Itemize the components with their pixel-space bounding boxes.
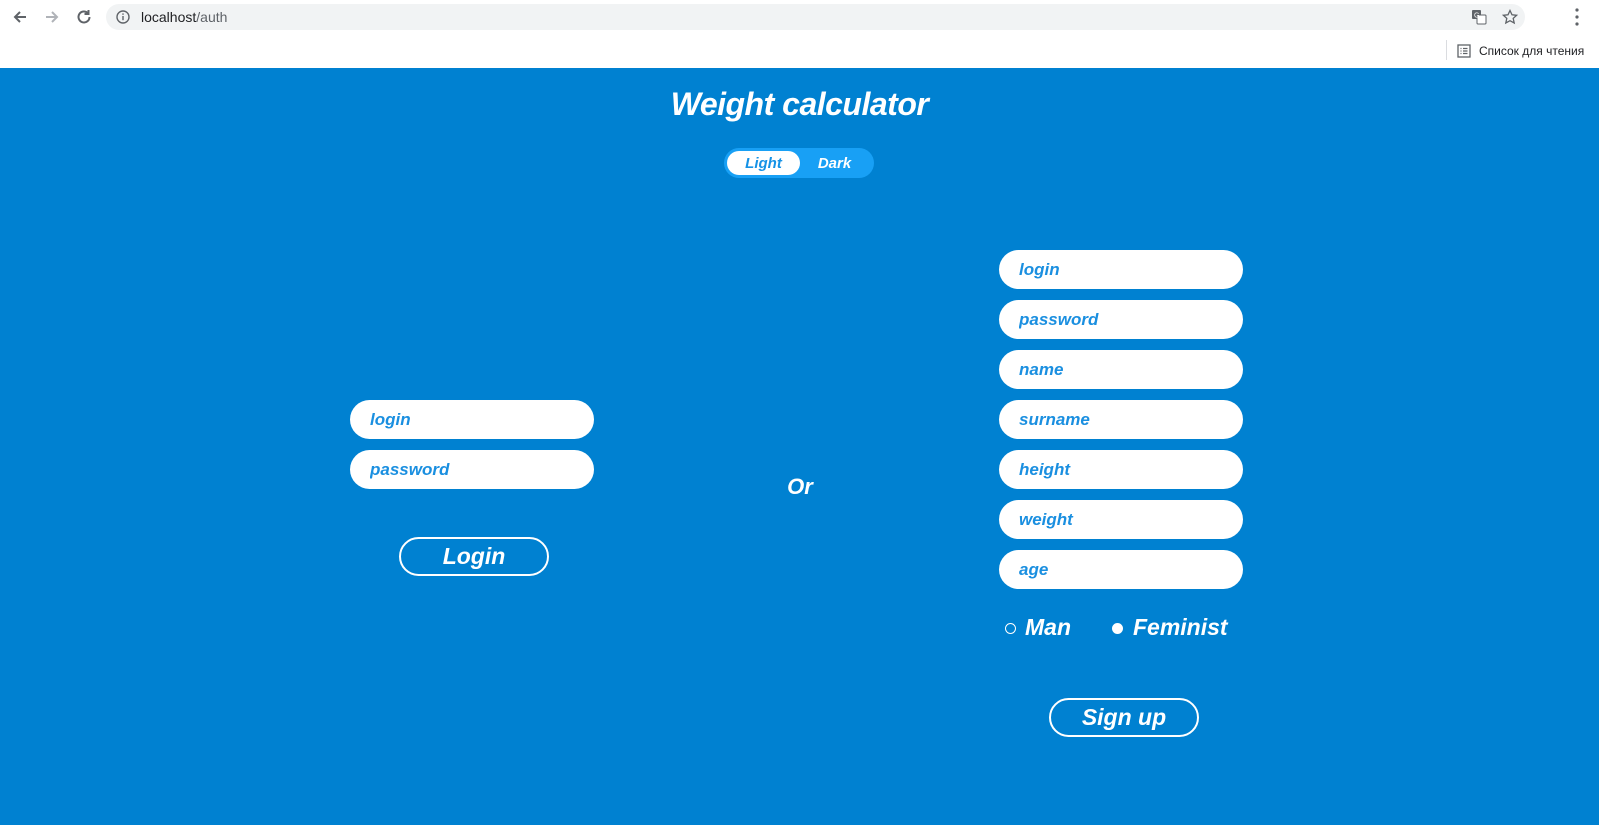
url-path: /auth bbox=[196, 9, 228, 25]
browser-toolbar: localhost/auth G bbox=[0, 0, 1599, 34]
back-button[interactable] bbox=[9, 6, 31, 28]
signup-login-input[interactable] bbox=[999, 250, 1243, 289]
reading-list-button[interactable]: Список для чтения bbox=[1457, 41, 1584, 61]
bookmark-star-icon[interactable] bbox=[1502, 9, 1518, 25]
reload-button[interactable] bbox=[73, 6, 95, 28]
forward-button[interactable] bbox=[41, 6, 63, 28]
login-password-input[interactable] bbox=[350, 450, 594, 489]
translate-icon[interactable]: G bbox=[1471, 9, 1487, 25]
page-title: Weight calculator bbox=[670, 86, 929, 122]
info-icon[interactable] bbox=[116, 10, 130, 24]
login-button[interactable]: Login bbox=[399, 537, 549, 576]
bookmarks-separator bbox=[1446, 40, 1447, 60]
gender-feminist-radio[interactable] bbox=[1112, 623, 1123, 634]
theme-toggle[interactable]: Light Dark bbox=[724, 148, 874, 178]
login-login-input[interactable] bbox=[350, 400, 594, 439]
app-page: Weight calculator Light Dark Login Or Ma… bbox=[0, 68, 1599, 825]
bookmarks-bar: Список для чтения bbox=[0, 34, 1599, 68]
menu-dots-icon[interactable] bbox=[1575, 8, 1579, 26]
address-bar[interactable]: localhost/auth G bbox=[106, 4, 1525, 30]
theme-dark-option[interactable]: Dark bbox=[798, 151, 871, 175]
arrow-right-icon bbox=[46, 11, 59, 23]
gender-feminist-label[interactable]: Feminist bbox=[1133, 614, 1228, 641]
reading-list-icon bbox=[1457, 44, 1471, 58]
theme-light-option[interactable]: Light bbox=[727, 151, 800, 175]
signup-weight-input[interactable] bbox=[999, 500, 1243, 539]
reading-list-label: Список для чтения bbox=[1479, 44, 1585, 58]
or-separator: Or bbox=[787, 474, 813, 499]
signup-button[interactable]: Sign up bbox=[1049, 698, 1199, 737]
signup-height-input[interactable] bbox=[999, 450, 1243, 489]
arrow-left-icon bbox=[13, 11, 26, 23]
url-text: localhost/auth bbox=[141, 9, 227, 25]
url-host: localhost bbox=[141, 9, 197, 25]
signup-surname-input[interactable] bbox=[999, 400, 1243, 439]
reload-icon bbox=[77, 10, 91, 24]
svg-text:G: G bbox=[1474, 13, 1479, 20]
signup-name-input[interactable] bbox=[999, 350, 1243, 389]
gender-man-label[interactable]: Man bbox=[1025, 614, 1071, 641]
signup-password-input[interactable] bbox=[999, 300, 1243, 339]
gender-man-radio[interactable] bbox=[1005, 623, 1016, 634]
signup-age-input[interactable] bbox=[999, 550, 1243, 589]
